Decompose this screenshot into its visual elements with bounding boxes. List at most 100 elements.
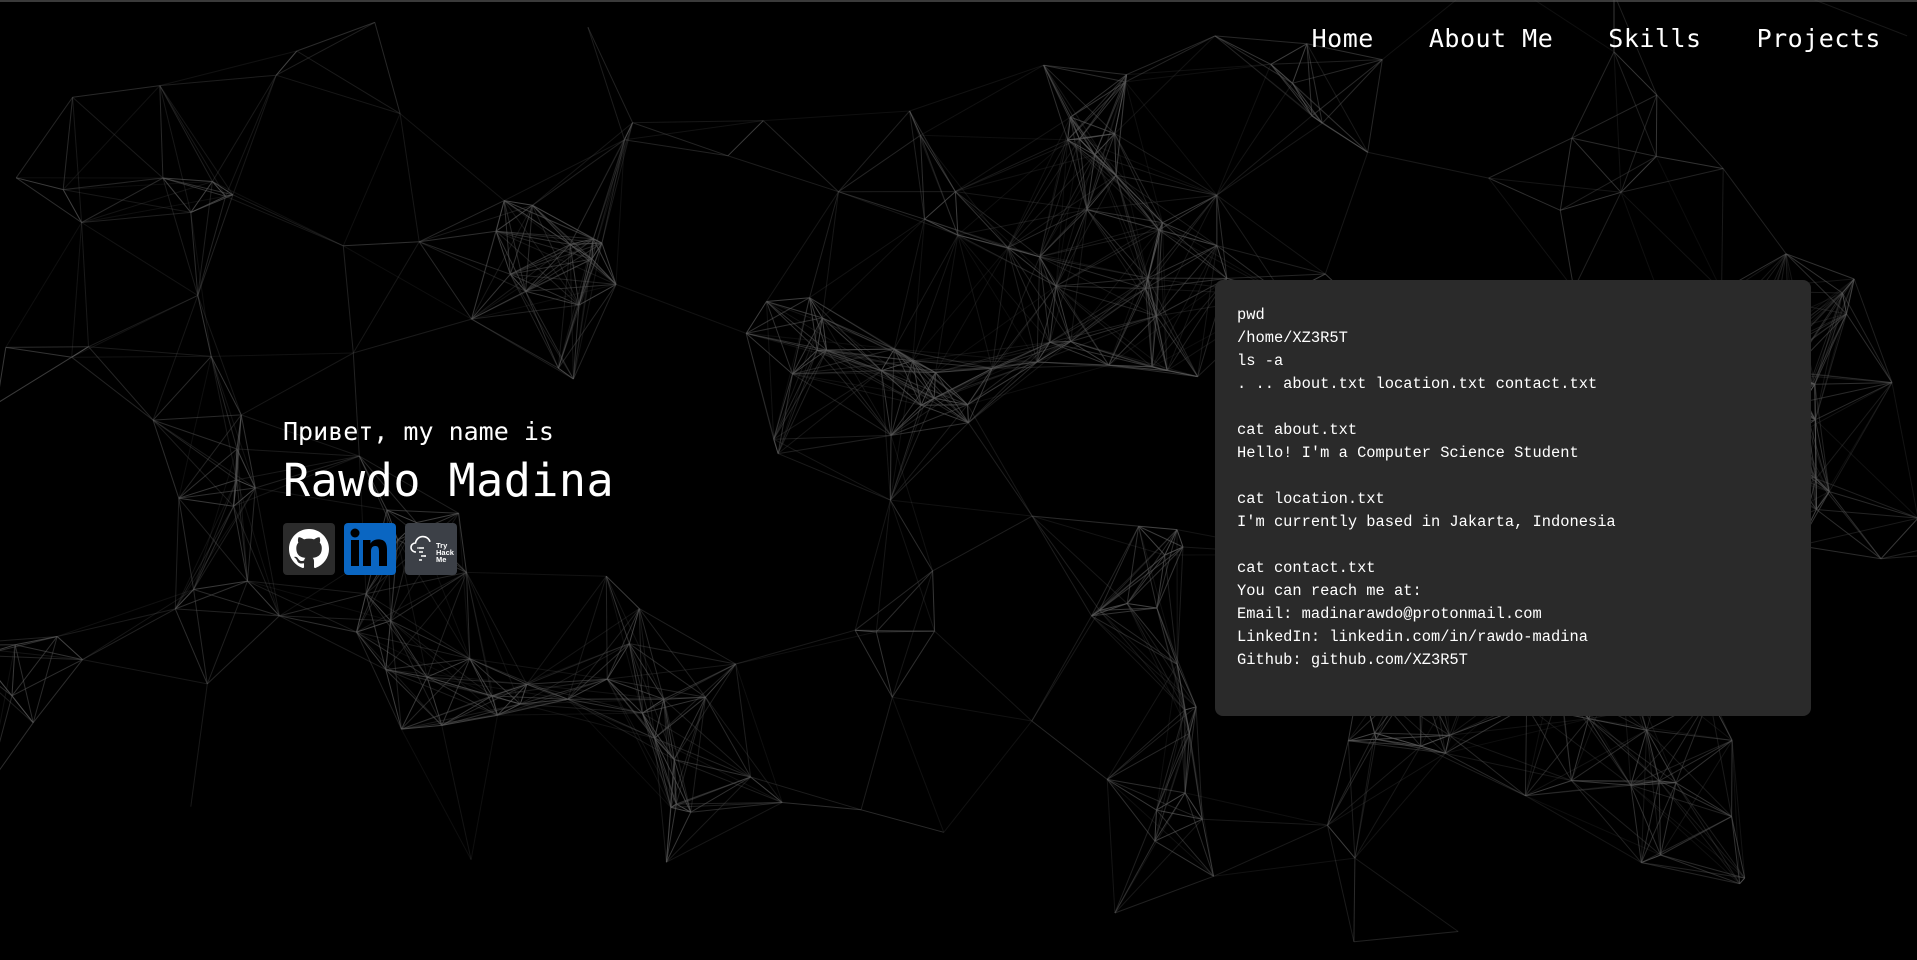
network-line: [343, 241, 420, 247]
network-line: [735, 629, 856, 665]
network-line: [792, 373, 892, 436]
network-line: [821, 191, 839, 318]
network-line: [1354, 752, 1446, 859]
network-line: [670, 806, 691, 813]
network-line: [1106, 779, 1156, 842]
network-line: [605, 575, 640, 609]
network-line: [401, 714, 498, 730]
network-line: [955, 139, 1068, 193]
tryhackme-link[interactable]: Try Hack Me: [405, 523, 457, 575]
network-line: [1114, 35, 1216, 134]
network-line: [1156, 706, 1197, 811]
network-line: [875, 500, 891, 632]
network-line: [854, 570, 933, 631]
network-line: [1613, 51, 1622, 193]
network-line: [503, 139, 625, 202]
network-line: [1739, 877, 1746, 885]
network-line: [1525, 795, 1661, 856]
github-link[interactable]: [283, 523, 335, 575]
network-line: [81, 222, 89, 347]
network-line: [525, 291, 559, 369]
network-line: [762, 120, 839, 193]
network-line: [875, 631, 893, 698]
nav-home[interactable]: Home: [1312, 24, 1374, 53]
terminal-output: Github: github.com/XZ3R5T: [1237, 651, 1468, 669]
network-line: [159, 85, 164, 179]
network-line: [1127, 603, 1157, 609]
network-line: [860, 809, 944, 833]
network-line: [1094, 154, 1160, 231]
network-line: [72, 97, 83, 223]
network-line: [225, 195, 344, 247]
network-line: [920, 134, 1068, 141]
network-line: [211, 352, 354, 357]
network-line: [174, 498, 180, 609]
network-line: [1324, 152, 1369, 275]
network-line: [1176, 546, 1184, 665]
network-line: [441, 725, 472, 860]
network-line: [400, 728, 472, 860]
network-line: [471, 290, 526, 320]
network-line: [1214, 35, 1313, 117]
network-line: [881, 370, 969, 424]
network-line: [71, 222, 83, 358]
network-line: [1488, 177, 1561, 211]
network-line: [745, 301, 767, 334]
linkedin-link[interactable]: [344, 523, 396, 575]
network-line: [1106, 779, 1116, 914]
network-line: [419, 241, 511, 275]
network-line: [32, 659, 83, 724]
network-line: [1108, 277, 1228, 366]
terminal-output: I'm currently based in Jakarta, Indonesi…: [1237, 513, 1616, 531]
network-line: [1202, 818, 1328, 826]
social-links: Try Hack Me: [283, 523, 614, 575]
network-line: [967, 404, 1033, 517]
network-line: [152, 419, 180, 499]
network-line: [15, 177, 82, 223]
nav-projects[interactable]: Projects: [1757, 24, 1881, 53]
network-line: [587, 26, 634, 123]
network-line: [735, 663, 752, 778]
network-line: [1031, 515, 1101, 611]
network-line: [1367, 59, 1383, 153]
network-line: [1070, 341, 1109, 366]
network-line: [193, 479, 238, 590]
network-line: [1184, 792, 1328, 826]
network-line: [1353, 931, 1459, 943]
network-line: [1828, 382, 1893, 492]
network-line: [1488, 177, 1622, 193]
network-line: [471, 231, 497, 320]
network-line: [1031, 615, 1092, 722]
network-line: [1270, 63, 1313, 117]
network-line: [628, 643, 675, 760]
network-line: [159, 50, 297, 87]
network-line: [912, 219, 925, 361]
network-line: [1099, 529, 1178, 611]
network-line: [1216, 82, 1293, 196]
nav-skills[interactable]: Skills: [1608, 24, 1701, 53]
network-line: [892, 696, 1032, 722]
network-line: [773, 317, 823, 440]
network-line: [1327, 825, 1355, 942]
network-line: [666, 802, 783, 863]
network-line: [275, 50, 298, 76]
network-line: [1571, 780, 1661, 856]
network-line: [1007, 138, 1080, 248]
network-line: [1091, 615, 1178, 665]
network-line: [957, 234, 1038, 363]
network-line: [967, 404, 969, 423]
network-line: [1613, 51, 1657, 157]
nav-about-me[interactable]: About Me: [1429, 24, 1553, 53]
network-line: [247, 580, 367, 595]
terminal-command: cat about.txt: [1237, 421, 1358, 439]
network-line: [390, 571, 467, 622]
network-line: [912, 247, 1009, 362]
network-line: [1154, 706, 1197, 842]
hero-name: Rawdo Madina: [283, 454, 615, 507]
network-line: [615, 283, 747, 334]
network-line: [838, 191, 925, 220]
network-line: [1588, 718, 1632, 786]
network-line: [1347, 740, 1356, 859]
